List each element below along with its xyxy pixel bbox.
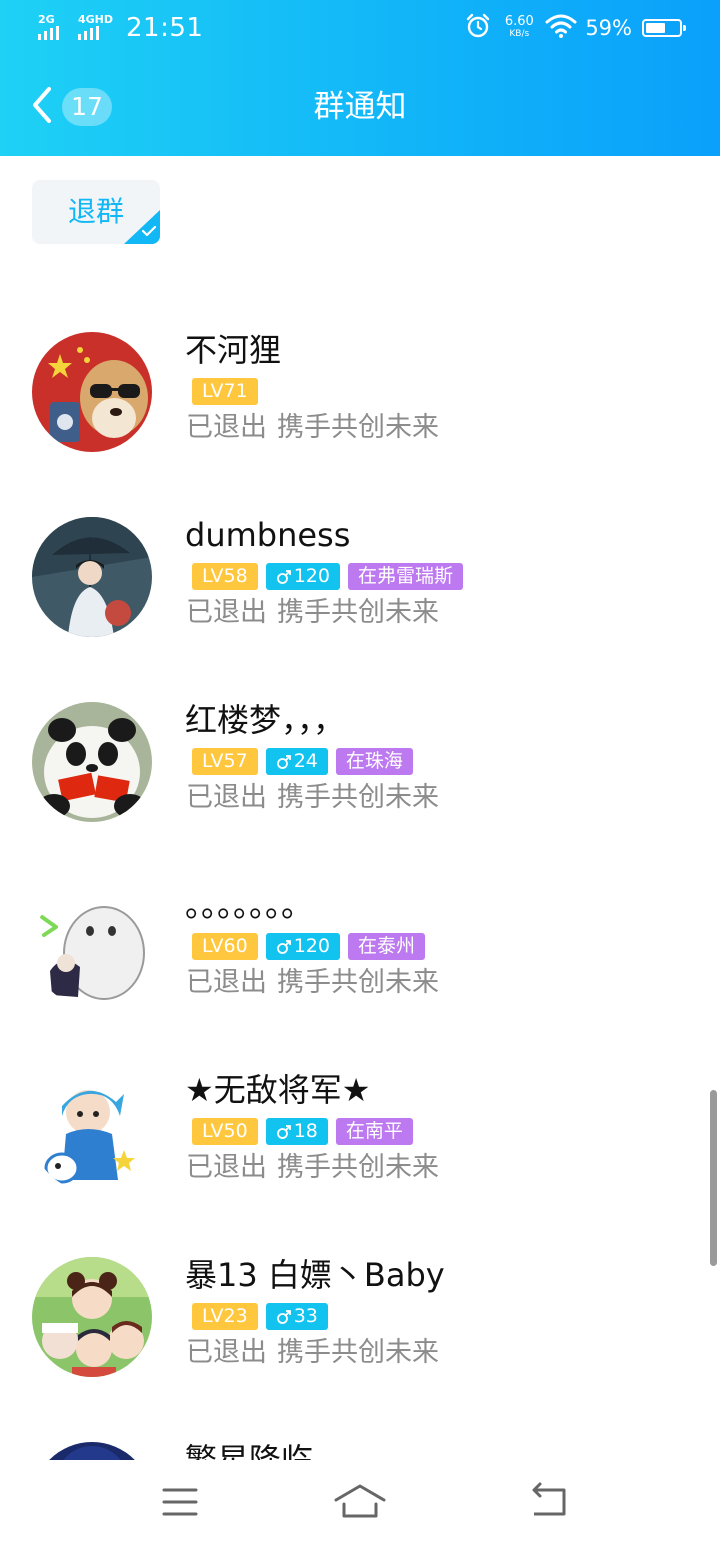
filter-tag-quit[interactable]: 退群 [32, 180, 160, 244]
member-name: 不河狸 [185, 331, 282, 369]
alarm-icon [465, 13, 491, 43]
status-left: 2G 4GHD 21:51 [38, 12, 203, 44]
gender-age-badge: 24 [265, 748, 328, 775]
status-text: 已退出 [186, 597, 267, 628]
level-badge: LV60 [192, 933, 258, 960]
member-name: 红楼梦，，， [185, 701, 346, 739]
signal-icon: 4GHD [78, 13, 114, 42]
badge-group: LV57 24 在珠海 [192, 748, 413, 775]
avatar[interactable] [32, 702, 152, 822]
page-title: 群通知 [313, 89, 407, 125]
location-badge: 在南平 [335, 1118, 413, 1145]
network-type-label: 2G [38, 13, 55, 26]
status-line: 已退出 携手共创未来 [186, 963, 439, 1003]
status-text: 已退出 [186, 412, 267, 443]
list-item[interactable]: 不河狸 LV71 已退出 携手共创未来 [0, 300, 720, 460]
status-line: 已退出 携手共创未来 [186, 593, 439, 633]
reason-text: 携手共创未来 [277, 967, 439, 998]
age-text: 24 [293, 750, 318, 772]
status-text: 已退出 [186, 782, 267, 813]
male-icon [276, 939, 291, 954]
app-header: 2G 4GHD 21:51 6.60 KB/s 59% 17 群通知 [0, 0, 720, 156]
avatar[interactable] [32, 1442, 152, 1460]
battery-icon [642, 19, 686, 37]
status-right: 6.60 KB/s 59% [465, 12, 686, 44]
network-type-label: 4GHD [78, 13, 114, 26]
level-badge: LV57 [192, 748, 258, 775]
age-text: 18 [293, 1120, 318, 1142]
system-nav-bar [0, 1460, 720, 1544]
notification-list[interactable]: 不河狸 LV71 已退出 携手共创未来 dumbness LV58 120 在弗… [0, 300, 720, 1460]
badge-group: LV60 120 在泰州 [192, 933, 425, 960]
location-badge: 在弗雷瑞斯 [347, 563, 463, 590]
reason-text: 携手共创未来 [277, 782, 439, 813]
age-text: 33 [293, 1305, 318, 1327]
member-name: 繁星降临 [185, 1441, 314, 1460]
badge-group: LV50 18 在南平 [192, 1118, 413, 1145]
back-icon [532, 1482, 566, 1516]
gender-age-badge: 33 [265, 1303, 328, 1330]
badge-group: LV58 120 在弗雷瑞斯 [192, 563, 463, 590]
badge-group: LV23 33 [192, 1303, 328, 1330]
list-item[interactable]: 红楼梦，，， LV57 24 在珠海 已退出 携手共创未来 [0, 670, 720, 830]
menu-icon [162, 1488, 198, 1516]
male-icon [276, 1124, 291, 1139]
home-icon [334, 1484, 386, 1518]
wifi-icon [545, 13, 577, 43]
list-item[interactable]: dumbness LV58 120 在弗雷瑞斯 已退出 携手共创未来 [0, 485, 720, 645]
status-text: 已退出 [186, 1337, 267, 1368]
avatar[interactable] [32, 887, 152, 1007]
status-bar: 2G 4GHD 21:51 6.60 KB/s 59% [0, 0, 720, 56]
checkmark-icon [141, 223, 157, 242]
male-icon [276, 1309, 291, 1324]
reason-text: 携手共创未来 [277, 1337, 439, 1368]
signal-icon: 2G [38, 14, 72, 42]
member-name: ★无敌将军★ [185, 1071, 371, 1109]
status-line: 已退出 携手共创未来 [186, 1333, 439, 1373]
member-name: 。。。。。。。 [185, 886, 314, 924]
location-badge: 在珠海 [335, 748, 413, 775]
system-back-button[interactable] [510, 1472, 590, 1532]
battery-fill [646, 23, 665, 33]
level-badge: LV50 [192, 1118, 258, 1145]
list-item[interactable]: 。。。。。。。 LV60 120 在泰州 已退出 携手共创未来 [0, 855, 720, 1015]
gender-age-badge: 120 [265, 933, 340, 960]
status-line: 已退出 携手共创未来 [186, 408, 439, 448]
status-time: 21:51 [126, 13, 204, 43]
gender-age-badge: 18 [265, 1118, 328, 1145]
level-badge: LV23 [192, 1303, 258, 1330]
reason-text: 携手共创未来 [277, 597, 439, 628]
status-text: 已退出 [186, 1152, 267, 1183]
age-text: 120 [293, 565, 330, 587]
member-name: 暴13 白嫖丶Baby [185, 1256, 445, 1294]
level-badge: LV71 [192, 378, 258, 405]
level-badge: LV58 [192, 563, 258, 590]
reason-text: 携手共创未来 [277, 1152, 439, 1183]
battery-percent: 59% [585, 16, 632, 40]
location-badge: 在泰州 [347, 933, 425, 960]
reason-text: 携手共创未来 [277, 412, 439, 443]
status-line: 已退出 携手共创未来 [186, 778, 439, 818]
status-line: 已退出 携手共创未来 [186, 1148, 439, 1188]
member-name: dumbness [185, 516, 351, 554]
list-item[interactable]: 暴13 白嫖丶Baby LV23 33 已退出 携手共创未来 [0, 1225, 720, 1385]
menu-button[interactable] [140, 1472, 220, 1532]
avatar[interactable] [32, 517, 152, 637]
avatar[interactable] [32, 1072, 152, 1192]
avatar[interactable] [32, 332, 152, 452]
list-item[interactable]: ★无敌将军★ LV50 18 在南平 已退出 携手共创未来 [0, 1040, 720, 1200]
home-button[interactable] [320, 1472, 400, 1532]
avatar[interactable] [32, 1257, 152, 1377]
badge-group: LV71 [192, 378, 258, 405]
scrollbar[interactable] [710, 1090, 717, 1266]
net-speed: 6.60 KB/s [504, 14, 534, 39]
male-icon [276, 569, 291, 584]
gender-age-badge: 120 [265, 563, 340, 590]
status-text: 已退出 [186, 967, 267, 998]
list-item[interactable]: 繁星降临 [0, 1410, 720, 1460]
age-text: 120 [293, 935, 330, 957]
male-icon [276, 754, 291, 769]
